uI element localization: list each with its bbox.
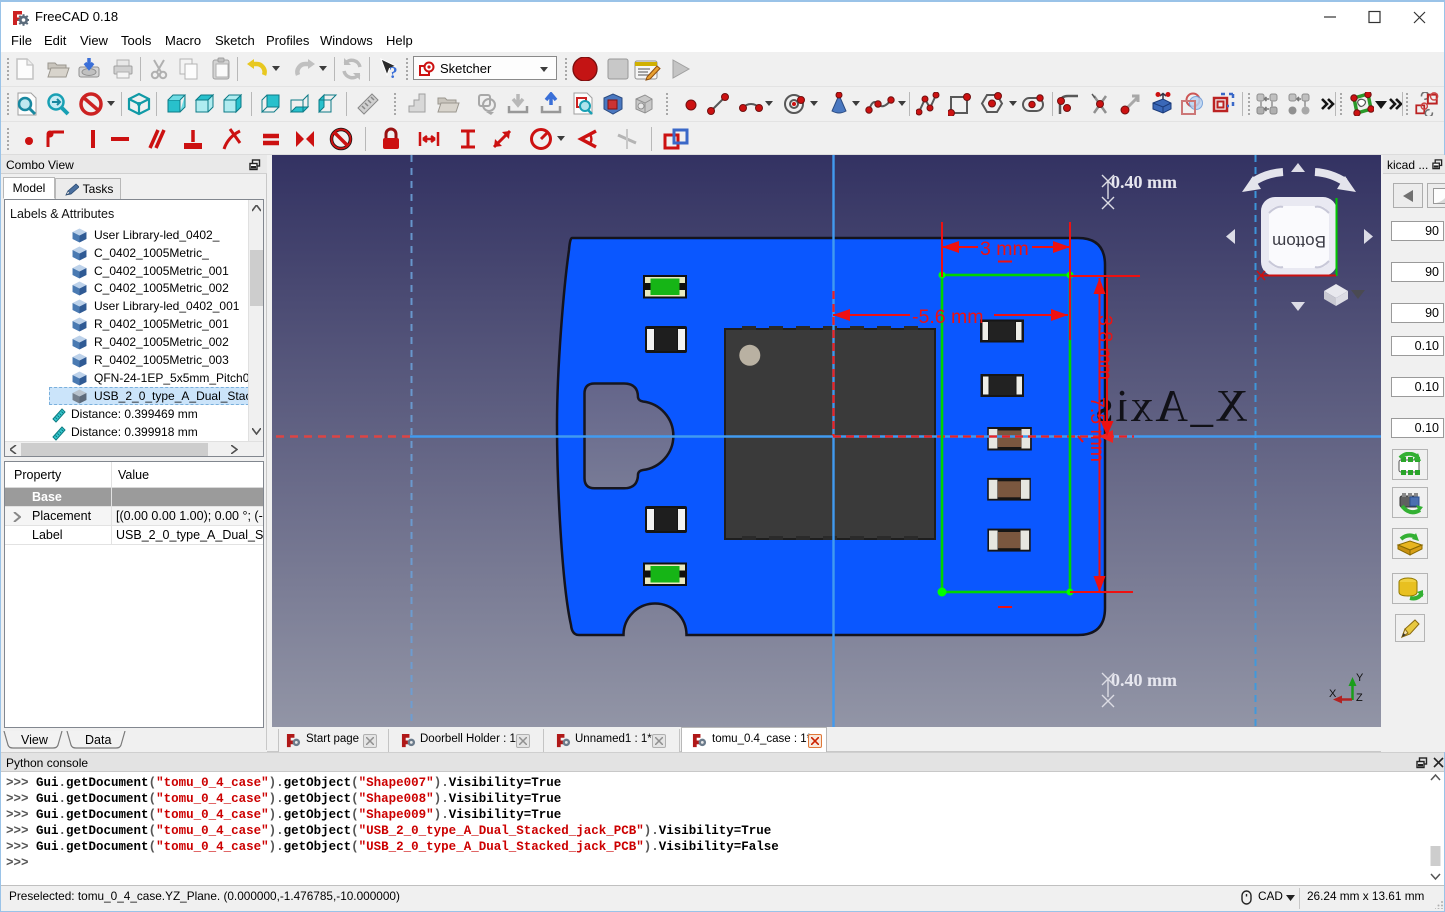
svg-text:Z: Z	[1356, 692, 1363, 704]
svg-text:X_Axis: X_Axis	[1093, 381, 1248, 431]
svg-text:?: ?	[389, 63, 398, 81]
svg-text:0.40 mm: 0.40 mm	[1111, 172, 1177, 192]
svg-text:-5.6 mm: -5.6 mm	[912, 306, 984, 328]
svg-text:0.40 mm: 0.40 mm	[1111, 670, 1177, 690]
svg-text:Y: Y	[1356, 672, 1364, 684]
svg-text:View: View	[21, 733, 49, 747]
svg-text:Bottom: Bottom	[1272, 232, 1326, 251]
svg-text:3.8 mm: 3.8 mm	[1094, 315, 1116, 380]
svg-text:7.5 mm: 7.5 mm	[1086, 397, 1108, 462]
svg-text:X: X	[1329, 688, 1337, 700]
svg-text:Data: Data	[85, 733, 111, 747]
svg-text:3 mm: 3 mm	[980, 238, 1029, 260]
